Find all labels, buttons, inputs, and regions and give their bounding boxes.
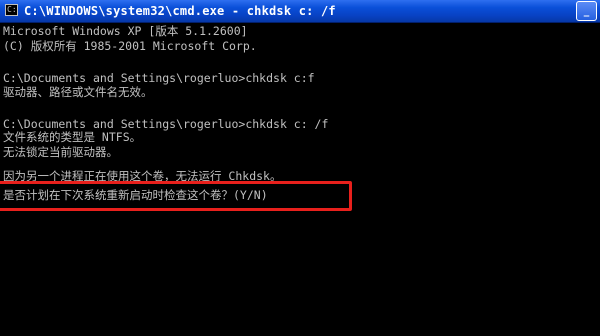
console-line-fs-type: 文件系统的类型是 NTFS。 <box>3 130 142 144</box>
minimize-button[interactable]: _ <box>576 1 597 21</box>
console-line-command-1: C:\Documents and Settings\rogerluo>chkds… <box>3 71 315 85</box>
highlight-box <box>0 181 352 211</box>
title-bar[interactable]: C: C:\WINDOWS\system32\cmd.exe - chkdsk … <box>0 0 600 23</box>
console-line-lock-fail: 无法锁定当前驱动器。 <box>3 145 118 159</box>
console-line-error-1: 驱动器、路径或文件名无效。 <box>3 85 153 99</box>
cmd-icon[interactable]: C: <box>5 4 18 16</box>
window-title: C:\WINDOWS\system32\cmd.exe - chkdsk c: … <box>24 4 336 18</box>
console-line-copyright: (C) 版权所有 1985-2001 Microsoft Corp. <box>3 39 257 53</box>
console-line-version: Microsoft Windows XP [版本 5.1.2600] <box>3 24 248 38</box>
cmd-window: C: C:\WINDOWS\system32\cmd.exe - chkdsk … <box>0 0 600 336</box>
console-line-command-2: C:\Documents and Settings\rogerluo>chkds… <box>3 117 329 131</box>
console-output[interactable]: Microsoft Windows XP [版本 5.1.2600] (C) 版… <box>0 23 600 336</box>
